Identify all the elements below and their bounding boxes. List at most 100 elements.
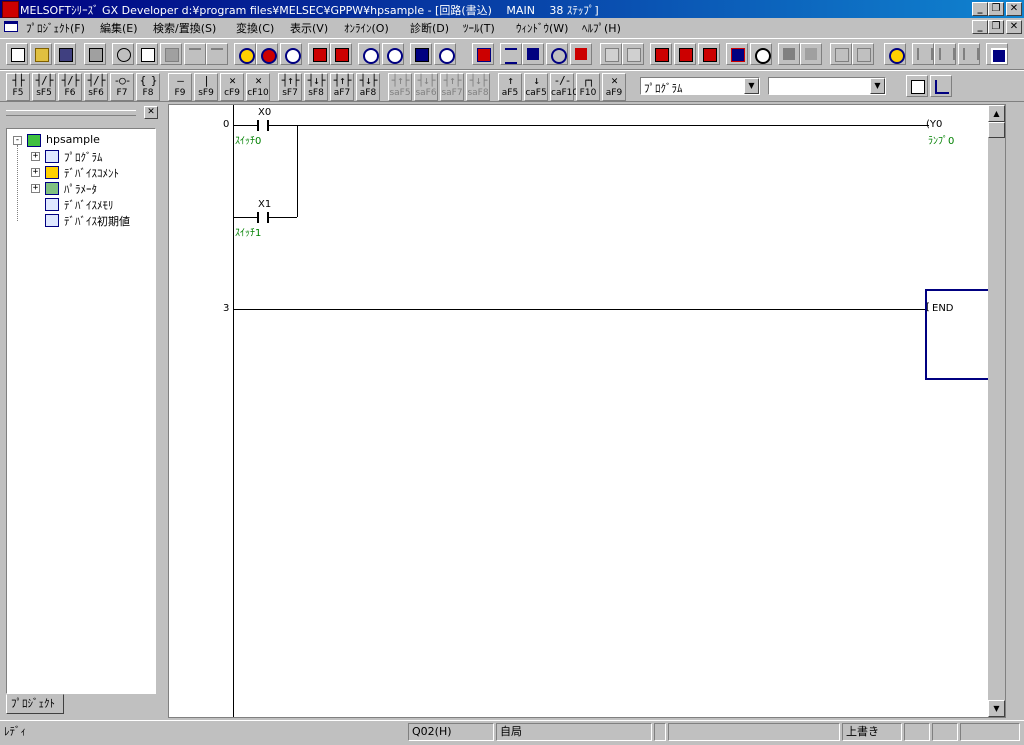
timer-icon[interactable] bbox=[750, 43, 772, 65]
zoom-out-icon[interactable] bbox=[382, 43, 404, 65]
ladder-symbol-button-9[interactable]: ✕ cF10 bbox=[246, 73, 270, 101]
menu-diagnostics[interactable]: 診断(D) bbox=[410, 20, 449, 36]
ladder-symbol-button-15[interactable]: ┤↓├ saF6 bbox=[414, 73, 438, 101]
edit-mode-icon[interactable] bbox=[522, 43, 544, 65]
ladder-symbol-button-12[interactable]: ┤↑├ aF7 bbox=[330, 73, 354, 101]
expand-icon[interactable]: + bbox=[31, 168, 40, 177]
expand-icon[interactable]: + bbox=[31, 152, 40, 161]
scroll-down-icon[interactable]: ▼ bbox=[988, 700, 1005, 717]
ladder-symbol-button-3[interactable]: ┤/├ sF6 bbox=[84, 73, 108, 101]
sfc-block-icon[interactable] bbox=[852, 43, 874, 65]
ladder-symbol-button-11[interactable]: ┤↓├ sF8 bbox=[304, 73, 328, 101]
ladder-symbol-button-18[interactable]: ↑ aF5 bbox=[498, 73, 522, 101]
ladder-symbol-button-20[interactable]: -/- caF10 bbox=[550, 73, 578, 101]
new-file-icon[interactable] bbox=[6, 43, 28, 65]
cut-icon[interactable] bbox=[112, 43, 134, 65]
sfc-step-icon[interactable] bbox=[800, 43, 822, 65]
menu-convert[interactable]: 変換(C) bbox=[236, 20, 274, 36]
copy-icon[interactable] bbox=[136, 43, 158, 65]
menu-online[interactable]: ｵﾝﾗｲﾝ(O) bbox=[344, 20, 389, 36]
ladder-delete-icon[interactable] bbox=[698, 43, 720, 65]
comment-icon[interactable] bbox=[600, 43, 622, 65]
instruction-search-icon[interactable] bbox=[256, 43, 278, 65]
sfc-symbol1-icon[interactable] bbox=[912, 43, 934, 65]
app-icon[interactable] bbox=[2, 1, 19, 18]
read-mode-icon[interactable] bbox=[546, 43, 568, 65]
list-mode-icon[interactable] bbox=[500, 43, 522, 65]
write-plc-icon[interactable] bbox=[330, 43, 352, 65]
secondary-select[interactable]: ▼ bbox=[768, 77, 886, 95]
tree-item-device-memory[interactable]: ﾃﾞﾊﾞｲｽﾒﾓﾘ bbox=[64, 197, 114, 213]
chevron-down-icon[interactable]: ▼ bbox=[744, 78, 759, 94]
display-icon[interactable] bbox=[986, 43, 1008, 65]
ladder-symbol-button-10[interactable]: ┤↑├ sF7 bbox=[278, 73, 302, 101]
redo-icon[interactable] bbox=[206, 43, 228, 65]
scroll-thumb[interactable] bbox=[988, 122, 1005, 138]
menu-edit[interactable]: 編集(E) bbox=[100, 20, 138, 36]
device-list-icon[interactable] bbox=[726, 43, 748, 65]
coil-y0-label[interactable]: (Y0 bbox=[926, 119, 942, 130]
batch-monitor-icon[interactable] bbox=[434, 43, 456, 65]
ladder-symbol-button-21[interactable]: ┌┐ F10 bbox=[576, 73, 600, 101]
ladder-symbol-button-1[interactable]: ┤/├ sF5 bbox=[32, 73, 56, 101]
sfc-symbol3-icon[interactable] bbox=[958, 43, 980, 65]
ladder-symbol-button-6[interactable]: — F9 bbox=[168, 73, 192, 101]
device-search-icon[interactable] bbox=[234, 43, 256, 65]
contact-x1-label[interactable]: X1 bbox=[258, 199, 271, 210]
read-write-toggle-icon[interactable] bbox=[906, 75, 928, 97]
ladder-convert-icon[interactable] bbox=[674, 43, 696, 65]
tree-item-parameter[interactable]: ﾊﾟﾗﾒｰﾀ bbox=[64, 181, 97, 197]
vertical-scrollbar[interactable]: ▲ ▼ bbox=[988, 105, 1005, 717]
maximize-button[interactable]: ❐ bbox=[988, 2, 1004, 16]
minimize-button[interactable]: _ bbox=[972, 2, 988, 16]
find-icon[interactable] bbox=[884, 43, 906, 65]
tree-item-program[interactable]: ﾌﾟﾛｸﾞﾗﾑ bbox=[64, 149, 103, 165]
menu-view[interactable]: 表示(V) bbox=[290, 20, 328, 36]
tree-root-hpsample[interactable]: hpsample bbox=[46, 133, 100, 146]
paste-icon[interactable] bbox=[160, 43, 182, 65]
close-button[interactable]: ✕ bbox=[1006, 2, 1022, 16]
ladder-symbol-button-2[interactable]: ┤/├ F6 bbox=[58, 73, 82, 101]
cross-reference-icon[interactable] bbox=[280, 43, 302, 65]
ladder-edit-icon[interactable] bbox=[650, 43, 672, 65]
program-select[interactable]: ﾌﾟﾛｸﾞﾗﾑ ▼ bbox=[640, 77, 760, 95]
sfc-symbol2-icon[interactable] bbox=[934, 43, 956, 65]
tree-item-device-comment[interactable]: ﾃﾞﾊﾞｲｽｺﾒﾝﾄ bbox=[64, 165, 119, 181]
document-icon[interactable] bbox=[4, 21, 18, 32]
monitor-icon[interactable] bbox=[410, 43, 432, 65]
zoom-in-icon[interactable] bbox=[358, 43, 380, 65]
ladder-symbol-button-22[interactable]: ✕ aF9 bbox=[602, 73, 626, 101]
doc-close-button[interactable]: ✕ bbox=[1006, 20, 1022, 34]
sfc-icon[interactable] bbox=[778, 43, 800, 65]
project-tree-toggle-icon[interactable] bbox=[930, 75, 952, 97]
doc-minimize-button[interactable]: _ bbox=[972, 20, 988, 34]
menu-window[interactable]: ｳｨﾝﾄﾞｳ(W) bbox=[516, 20, 568, 36]
read-plc-icon[interactable] bbox=[308, 43, 330, 65]
expand-icon[interactable]: + bbox=[31, 184, 40, 193]
menu-search-replace[interactable]: 検索/置換(S) bbox=[153, 20, 216, 36]
undo-icon[interactable] bbox=[184, 43, 206, 65]
ladder-symbol-button-14[interactable]: ┤↑├ saF5 bbox=[388, 73, 412, 101]
ladder-symbol-button-4[interactable]: -○- F7 bbox=[110, 73, 134, 101]
scroll-up-icon[interactable]: ▲ bbox=[988, 105, 1005, 122]
ladder-symbol-button-19[interactable]: ↓ caF5 bbox=[524, 73, 548, 101]
contact-x0-label[interactable]: X0 bbox=[258, 107, 271, 118]
ladder-editor[interactable]: 0 3 X0 ｽｲｯﾁ0 X1 ｽｲｯﾁ1 (Y0 ) ﾗﾝﾌﾟ0 [ END … bbox=[168, 104, 1006, 718]
save-icon[interactable] bbox=[54, 43, 76, 65]
ladder-symbol-button-8[interactable]: ✕ cF9 bbox=[220, 73, 244, 101]
ladder-symbol-button-0[interactable]: ┤├ F5 bbox=[6, 73, 30, 101]
statement-icon[interactable] bbox=[622, 43, 644, 65]
menu-tools[interactable]: ﾂｰﾙ(T) bbox=[463, 20, 495, 36]
tab-project[interactable]: ﾌﾟﾛｼﾞｪｸﾄ bbox=[6, 694, 64, 714]
ladder-symbol-button-13[interactable]: ┤↓├ aF8 bbox=[356, 73, 380, 101]
tree-item-device-init[interactable]: ﾃﾞﾊﾞｲｽ初期値 bbox=[64, 213, 130, 229]
open-folder-icon[interactable] bbox=[30, 43, 52, 65]
ladder-symbol-button-16[interactable]: ┤↑├ saF7 bbox=[440, 73, 464, 101]
chevron-down-icon[interactable]: ▼ bbox=[870, 78, 885, 94]
collapse-icon[interactable]: - bbox=[13, 136, 22, 145]
pane-close-icon[interactable]: ✕ bbox=[144, 106, 158, 119]
ladder-mode-icon[interactable] bbox=[472, 43, 494, 65]
menu-help[interactable]: ﾍﾙﾌﾟ(H) bbox=[582, 20, 621, 36]
doc-restore-button[interactable]: ❐ bbox=[988, 20, 1004, 34]
sfc-zoom-icon[interactable] bbox=[830, 43, 852, 65]
